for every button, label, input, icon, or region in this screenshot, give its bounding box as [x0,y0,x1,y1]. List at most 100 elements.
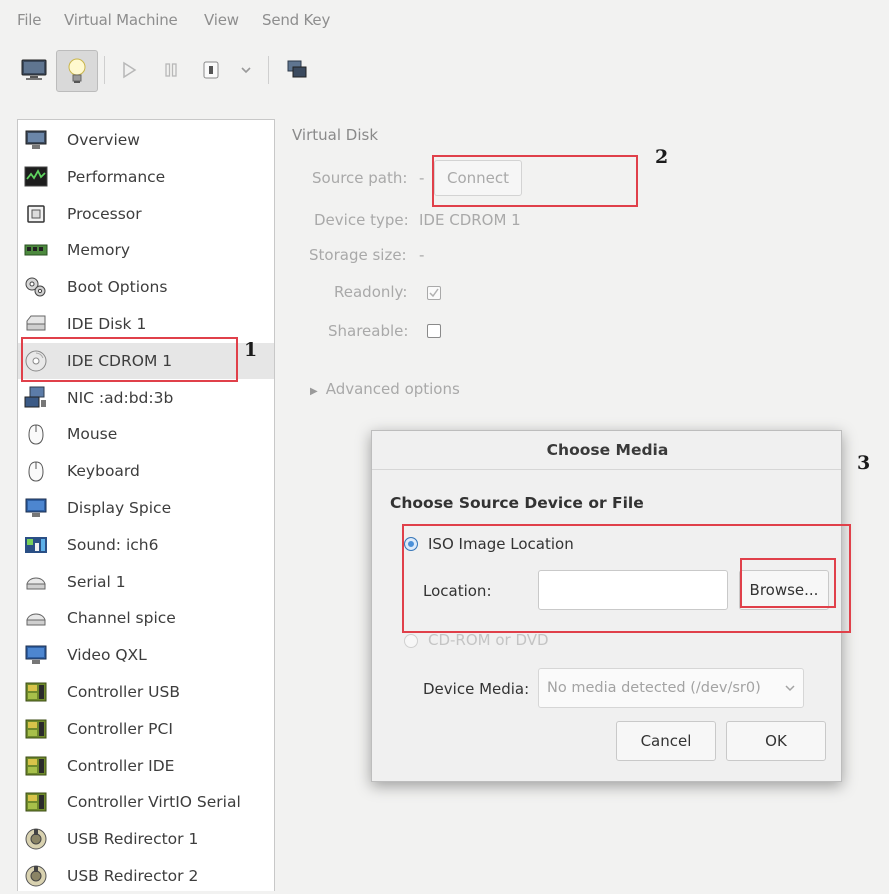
sidebar-item-label: Controller IDE [67,756,175,775]
annotation-number-2: 2 [655,146,669,168]
sidebar-item-memory[interactable]: Memory [18,232,274,268]
sidebar-item-usb-redirector-1[interactable]: USB Redirector 1 [18,821,274,857]
section-title: Virtual Disk [292,126,379,144]
usb-redirector-icon [24,864,48,888]
sidebar-item-nic-ad-bd-3b[interactable]: NIC :ad:bd:3b [18,380,274,416]
network-icon [24,386,48,410]
sidebar-item-label: USB Redirector 1 [67,830,199,849]
annotation-box-1 [21,337,238,382]
sidebar-item-sound-ich6[interactable]: Sound: ich6 [18,527,274,563]
disk-icon [24,312,48,336]
lightbulb-icon [68,58,86,83]
sidebar-item-overview[interactable]: Overview [18,122,274,158]
menu-virtual-machine[interactable]: Virtual Machine [64,11,178,29]
display-icon [24,496,48,520]
sidebar-item-label: Overview [67,131,140,149]
sidebar-item-boot-options[interactable]: Boot Options [18,269,274,305]
annotation-number-3: 3 [857,452,871,474]
sidebar-item-label: Serial 1 [67,572,126,591]
sidebar-item-label: Controller USB [67,683,180,701]
memory-icon [24,238,48,262]
monitor-icon [21,59,47,80]
play-icon [123,61,137,79]
sidebar-item-controller-pci[interactable]: Controller PCI [18,711,274,747]
console-button[interactable] [17,50,51,90]
sidebar-item-serial-1[interactable]: Serial 1 [18,564,274,600]
processor-icon [24,202,48,226]
shutdown-button[interactable] [198,50,224,90]
usb-redirector-icon [24,827,48,851]
dialog-title: Choose Media [546,441,669,459]
menu-file[interactable]: File [17,11,42,29]
shareable-label: Shareable: [328,322,409,340]
sidebar-item-label: USB Redirector 2 [67,867,199,885]
device-type-value: IDE CDROM 1 [419,211,521,229]
menubar: File Virtual Machine View Send Key [0,0,889,40]
performance-icon [24,165,48,189]
dialog-separator [372,469,841,470]
sidebar-item-controller-ide[interactable]: Controller IDE [18,748,274,784]
annotation-box-2 [432,155,638,207]
device-media-value: No media detected (/dev/sr0) [547,680,761,696]
advanced-options-expander[interactable]: ▶ Advanced options [310,380,460,398]
run-button[interactable] [116,50,142,90]
cancel-button[interactable]: Cancel [616,721,716,761]
sidebar-item-label: Boot Options [67,278,168,297]
sidebar-item-label: IDE Disk 1 [67,315,147,333]
hardware-list: Overview Performance Processor Memory Boot O… [17,119,275,891]
sidebar-item-label: Display Spice [67,499,172,517]
sidebar-item-controller-usb[interactable]: Controller USB [18,674,274,710]
source-path-label: Source path: [312,169,408,187]
menu-send-key[interactable]: Send Key [262,11,330,29]
storage-size-label: Storage size: [309,246,407,264]
sidebar-item-video-qxl[interactable]: Video QXL [18,637,274,673]
chevron-down-icon [785,685,795,692]
menu-view[interactable]: View [204,11,239,29]
gears-icon [24,275,48,299]
device-media-label: Device Media: [423,680,530,698]
fullscreen-button[interactable] [282,50,312,90]
toolbar [0,40,889,102]
sidebar-item-label: Controller VirtIO Serial [67,793,241,812]
advanced-options-label: Advanced options [325,380,460,398]
sidebar-item-controller-virtio-serial[interactable]: Controller VirtIO Serial [18,784,274,820]
shareable-checkbox[interactable] [427,324,441,338]
cdrom-label[interactable]: CD-ROM or DVD [428,631,549,649]
pause-icon [165,63,177,77]
annotation-number-1: 1 [244,339,258,361]
sidebar-item-label: Processor [67,204,142,223]
expander-arrow-icon: ▶ [310,386,318,397]
sidebar-item-channel-spice[interactable]: Channel spice [18,600,274,636]
sidebar-item-keyboard[interactable]: Keyboard [18,453,274,489]
sidebar-item-label: Memory [67,241,131,260]
serial-icon [24,570,48,594]
pause-button[interactable] [158,50,184,90]
sidebar-item-usb-redirector-2[interactable]: USB Redirector 2 [18,858,274,894]
readonly-label: Readonly: [334,283,408,301]
sidebar-item-mouse[interactable]: Mouse [18,416,274,452]
monitor-icon [24,128,48,152]
controller-icon [24,754,48,778]
sidebar-item-display-spice[interactable]: Display Spice [18,490,274,526]
device-media-select[interactable]: No media detected (/dev/sr0) [538,668,804,708]
sidebar-item-label: Mouse [67,425,118,444]
video-icon [24,643,48,667]
check-icon [429,288,439,298]
chevron-down-icon [241,67,251,74]
details-button[interactable] [56,50,98,92]
channel-icon [24,606,48,630]
controller-icon [24,680,48,704]
sidebar-item-label: Controller PCI [67,719,173,738]
readonly-checkbox[interactable] [427,286,441,300]
sidebar-item-label: Keyboard [67,462,140,481]
shutdown-menu-button[interactable] [236,50,256,90]
sidebar-item-label: Performance [67,167,166,186]
toolbar-separator [104,56,105,84]
ok-button[interactable]: OK [726,721,826,761]
power-icon [203,61,219,79]
controller-icon [24,790,48,814]
storage-size-value: - [419,246,425,264]
cdrom-radio[interactable] [404,634,418,648]
sidebar-item-processor[interactable]: Processor [18,196,274,232]
sidebar-item-performance[interactable]: Performance [18,159,274,195]
